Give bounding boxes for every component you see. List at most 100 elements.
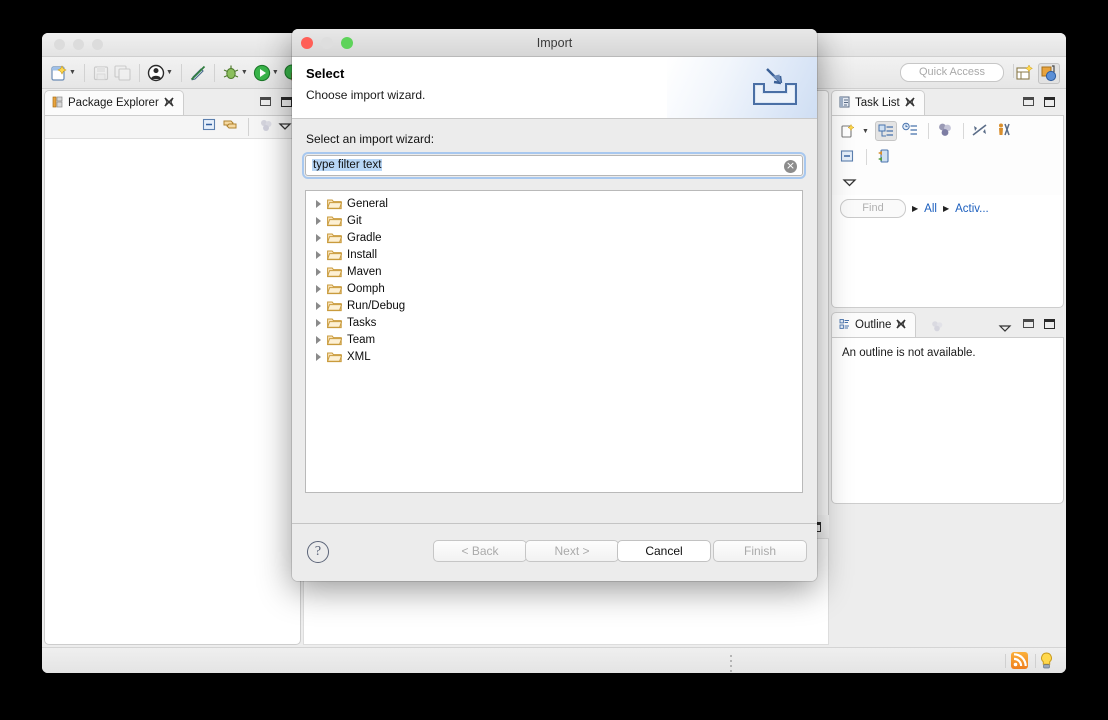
tree-item[interactable]: XML: [306, 348, 802, 365]
tab-task-list[interactable]: Task List: [831, 90, 925, 115]
filter-all-link[interactable]: All: [924, 203, 937, 215]
minimize-icon[interactable]: [1023, 319, 1034, 328]
sash-handle[interactable]: [730, 655, 733, 672]
close-icon[interactable]: [164, 96, 174, 110]
view-menu-icon[interactable]: [278, 118, 292, 136]
close-icon[interactable]: [905, 96, 915, 110]
tree-item-label: Team: [347, 333, 376, 346]
window-zoom-button[interactable]: [92, 39, 103, 50]
folder-icon: [326, 283, 343, 295]
debug-icon[interactable]: [221, 63, 241, 83]
restore-tasks-icon[interactable]: [995, 121, 1017, 141]
open-perspective-icon[interactable]: [1014, 63, 1036, 84]
view-menu-icon[interactable]: [842, 175, 858, 193]
quick-access-input[interactable]: Quick Access: [900, 63, 1004, 82]
focus-icon: [259, 118, 273, 137]
tree-item[interactable]: Gradle: [306, 229, 802, 246]
outline-message: An outline is not available.: [842, 347, 976, 359]
rss-feed-icon[interactable]: [1011, 652, 1028, 669]
toolbar-separator: [248, 118, 249, 136]
find-input[interactable]: Find: [840, 199, 906, 218]
expand-arrow-icon[interactable]: [316, 199, 321, 208]
task-list-view: Task List ▼ Find ▶ All ▶ Activ...: [831, 90, 1064, 308]
scheduled-presentation-icon[interactable]: [900, 121, 922, 141]
expand-arrow-icon[interactable]: [316, 284, 321, 293]
outline-body: An outline is not available.: [831, 337, 1064, 504]
filter-field-wrapper: type filter text ×: [302, 152, 806, 179]
minimize-icon[interactable]: [1023, 97, 1034, 106]
filter-input-value: type filter text: [312, 159, 383, 171]
folder-icon: [326, 334, 343, 346]
tree-item[interactable]: Tasks: [306, 314, 802, 331]
tree-item[interactable]: Run/Debug: [306, 297, 802, 314]
maximize-icon[interactable]: [1044, 319, 1055, 329]
tree-item-label: Gradle: [347, 231, 382, 244]
tab-label: Task List: [855, 97, 900, 109]
view-menu-icon[interactable]: [998, 320, 1012, 338]
tree-item[interactable]: Oomph: [306, 280, 802, 297]
filter-activate-link[interactable]: Activ...: [955, 203, 989, 215]
all-filter-triangle-icon[interactable]: ▶: [912, 204, 918, 213]
expand-arrow-icon[interactable]: [316, 301, 321, 310]
filter-input[interactable]: type filter text ×: [305, 155, 803, 176]
right-side-views: Task List ▼ Find ▶ All ▶ Activ... Outlin…: [831, 90, 1064, 645]
expand-arrow-icon[interactable]: [316, 233, 321, 242]
lightbulb-tip-icon[interactable]: [1039, 652, 1054, 670]
synchronize-changed-icon[interactable]: [970, 121, 992, 141]
header-subtitle: Choose import wizard.: [306, 88, 426, 102]
tree-item[interactable]: Install: [306, 246, 802, 263]
debug-dropdown-caret[interactable]: ▼: [241, 69, 248, 76]
link-with-editor-icon[interactable]: [222, 117, 238, 137]
person-icon[interactable]: [146, 63, 166, 83]
import-wizard-tree[interactable]: General Git Gradle Install Maven Oomph R…: [305, 190, 803, 493]
activate-filter-triangle-icon[interactable]: ▶: [943, 204, 949, 213]
tree-item-label: Run/Debug: [347, 299, 406, 312]
help-button[interactable]: ?: [307, 541, 329, 563]
java-perspective-icon[interactable]: [1038, 63, 1060, 84]
new-wizard-icon[interactable]: [49, 63, 69, 83]
tab-outline[interactable]: Outline: [831, 312, 917, 337]
window-minimize-button[interactable]: [73, 39, 84, 50]
toolbar-separator: [180, 63, 182, 82]
collapse-icon[interactable]: [838, 147, 860, 167]
task-list-filter-row: Find ▶ All ▶ Activ...: [832, 195, 1063, 222]
clear-icon[interactable]: ×: [784, 160, 797, 173]
tab-package-explorer[interactable]: Package Explorer: [44, 90, 184, 115]
new-wizard-dropdown-caret[interactable]: ▼: [69, 69, 76, 76]
focus-on-workweek-icon[interactable]: [935, 121, 957, 141]
tree-item[interactable]: Git: [306, 212, 802, 229]
restore-tasklist-icon[interactable]: [873, 147, 895, 167]
new-task-icon[interactable]: [838, 121, 860, 141]
person-dropdown-caret[interactable]: ▼: [166, 69, 173, 76]
task-list-icon: [839, 96, 850, 111]
task-list-toolbar: ▼: [832, 116, 1063, 195]
expand-arrow-icon[interactable]: [316, 216, 321, 225]
close-icon[interactable]: [896, 318, 906, 332]
wizard-select-label: Select an import wizard:: [306, 132, 435, 146]
package-explorer-view: Package Explorer: [44, 90, 301, 645]
cancel-button[interactable]: Cancel: [617, 540, 711, 562]
expand-arrow-icon[interactable]: [316, 250, 321, 259]
tree-item[interactable]: Team: [306, 331, 802, 348]
categorized-presentation-icon[interactable]: [874, 121, 897, 141]
no-edit-icon[interactable]: [188, 63, 208, 83]
dialog-title-bar[interactable]: Import: [292, 29, 817, 57]
folder-icon: [326, 317, 343, 329]
window-close-button[interactable]: [54, 39, 65, 50]
run-icon[interactable]: [252, 63, 272, 83]
new-task-dropdown-caret[interactable]: ▼: [862, 128, 869, 135]
minimize-icon[interactable]: [260, 97, 271, 106]
expand-arrow-icon[interactable]: [316, 352, 321, 361]
tree-item-label: Oomph: [347, 282, 385, 295]
tree-item[interactable]: General: [306, 195, 802, 212]
tree-item[interactable]: Maven: [306, 263, 802, 280]
collapse-all-icon[interactable]: [202, 117, 217, 137]
maximize-icon[interactable]: [281, 97, 292, 107]
expand-arrow-icon[interactable]: [316, 267, 321, 276]
maximize-icon[interactable]: [1044, 97, 1055, 107]
dialog-body: Select an import wizard: type filter tex…: [292, 120, 817, 523]
expand-arrow-icon[interactable]: [316, 335, 321, 344]
expand-arrow-icon[interactable]: [316, 318, 321, 327]
run-dropdown-caret[interactable]: ▼: [272, 69, 279, 76]
tree-item-label: Install: [347, 248, 378, 261]
